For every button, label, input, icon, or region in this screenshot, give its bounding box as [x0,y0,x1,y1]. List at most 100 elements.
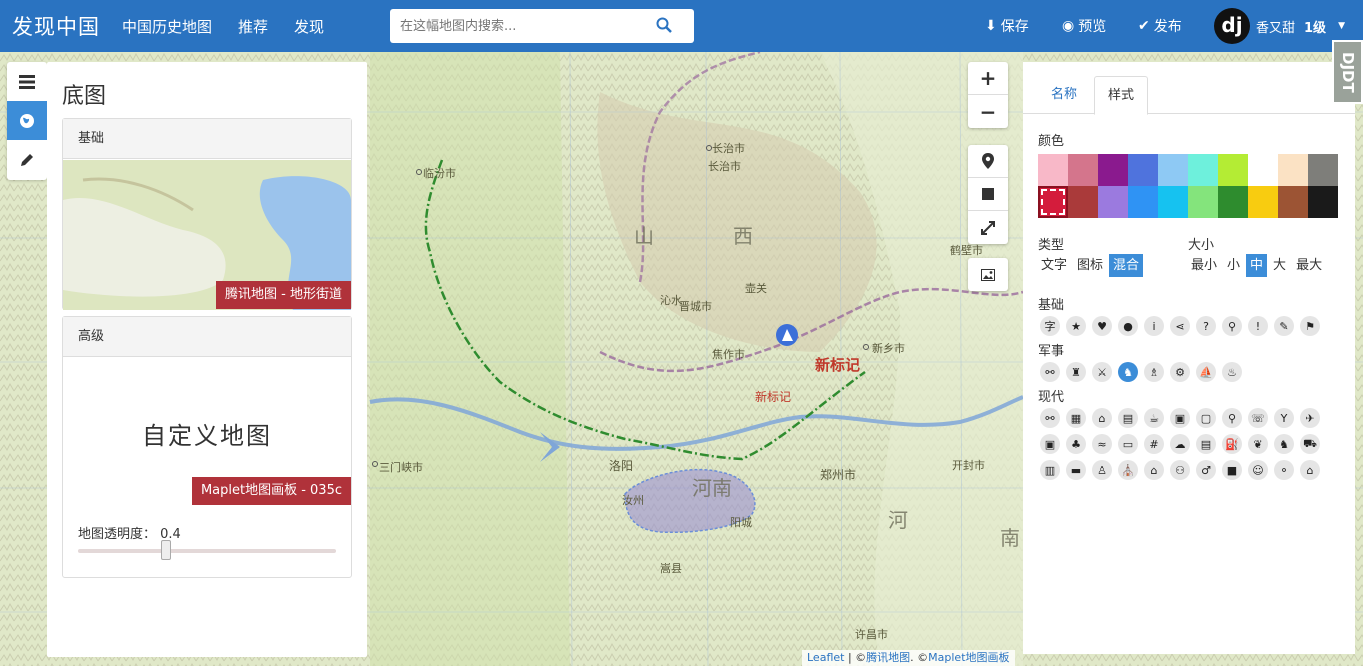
chat-icon[interactable]: ☏ [1248,408,1268,428]
size-option-smallest[interactable]: 最小 [1187,254,1221,277]
map-marker-label[interactable]: 新标记 [755,388,791,405]
coffee-icon[interactable]: ☕ [1144,408,1164,428]
color-swatch[interactable] [1038,154,1068,186]
color-swatch[interactable] [1098,186,1128,218]
layers-button[interactable] [7,62,47,101]
cavalry-icon[interactable]: ♞ [1118,362,1138,382]
bus-icon[interactable]: ▣ [1170,408,1190,428]
basemap-button[interactable] [7,101,47,140]
archer-icon[interactable]: ♗ [1144,362,1164,382]
color-swatch[interactable] [1188,154,1218,186]
plane-icon[interactable]: ✈ [1300,408,1320,428]
color-swatch[interactable] [1278,186,1308,218]
catapult-icon[interactable]: ⚙ [1170,362,1190,382]
binoculars-icon[interactable]: ⚯ [1040,362,1060,382]
subway-icon[interactable]: ▣ [1040,434,1060,454]
map-marker-label[interactable]: 新标记 [815,354,860,375]
circle-icon[interactable]: ● [1118,316,1138,336]
star-icon[interactable]: ★ [1066,316,1086,336]
pin-icon[interactable]: ⚲ [1222,316,1242,336]
color-swatch[interactable] [1128,186,1158,218]
fire-icon[interactable]: ♨ [1222,362,1242,382]
basemap-tag-maplet[interactable]: Maplet地图画板 - 035c [191,477,351,505]
image-button[interactable] [968,258,1008,291]
preview-button[interactable]: ◉ 预览 [1062,0,1106,52]
color-swatch[interactable] [1068,186,1098,218]
color-swatch[interactable] [1188,186,1218,218]
tree-icon[interactable]: ♣ [1066,434,1086,454]
leaflet-link[interactable]: Leaflet [807,651,844,664]
link-icon[interactable]: ⚯ [1040,408,1060,428]
info-icon[interactable]: i [1144,316,1164,336]
text-char-icon[interactable]: 字 [1040,316,1060,336]
search-icon[interactable] [656,17,672,37]
brand-logo[interactable]: 发现中国 [12,11,100,41]
type-option-text[interactable]: 文字 [1037,254,1071,277]
publish-button[interactable]: ✔ 发布 [1138,0,1182,52]
color-swatch[interactable] [1218,186,1248,218]
cocktail-icon[interactable]: Y [1274,408,1294,428]
color-swatch[interactable] [1248,186,1278,218]
soldier-icon[interactable]: ♜ [1066,362,1086,382]
tencent-map-link[interactable]: 腾讯地图 [866,651,910,664]
size-option-small[interactable]: 小 [1223,254,1244,277]
size-option-large[interactable]: 大 [1269,254,1290,277]
museum-icon[interactable]: ⌂ [1144,460,1164,480]
color-swatch[interactable] [1158,154,1188,186]
size-option-medium[interactable]: 中 [1246,254,1268,277]
save-button[interactable]: ⬇ 保存 [985,0,1029,52]
color-swatch[interactable] [1068,154,1098,186]
tab-style[interactable]: 样式 [1094,76,1149,115]
avatar[interactable]: dj [1214,8,1250,44]
walk-icon[interactable]: ♂ [1196,460,1216,480]
lock-icon[interactable]: ■ [1222,460,1242,480]
film-icon[interactable]: ▤ [1118,408,1138,428]
type-option-mixed[interactable]: 混合 [1109,254,1144,277]
exclamation-icon[interactable]: ! [1248,316,1268,336]
nav-link-history-maps[interactable]: 中国历史地图 [122,16,212,37]
people-icon[interactable]: ⚇ [1170,460,1190,480]
book-icon[interactable]: ▥ [1040,460,1060,480]
color-swatch[interactable] [1158,186,1188,218]
fence-icon[interactable]: # [1144,434,1164,454]
building-icon[interactable]: ▦ [1066,408,1086,428]
zoom-out-button[interactable]: − [968,95,1008,128]
shooter-icon[interactable]: ⚔ [1092,362,1112,382]
zoom-in-button[interactable]: + [968,62,1008,95]
statue-icon[interactable]: ♙ [1092,460,1112,480]
color-swatch[interactable] [1128,154,1158,186]
search-input[interactable] [400,11,650,41]
bicycle-icon[interactable]: ⚲ [1222,408,1242,428]
child-icon[interactable]: ☺ [1248,460,1268,480]
type-option-icon[interactable]: 图标 [1073,254,1107,277]
train-icon[interactable]: ▢ [1196,408,1216,428]
size-option-largest[interactable]: 最大 [1292,254,1326,277]
draw-marker-button[interactable] [968,145,1008,178]
nav-link-discover[interactable]: 发现 [294,16,324,37]
car-icon[interactable]: ▭ [1118,434,1138,454]
cloud-icon[interactable]: ☁ [1170,434,1190,454]
animal-icon[interactable]: ♞ [1274,434,1294,454]
graduation-icon[interactable]: ⌂ [1092,408,1112,428]
color-swatch[interactable] [1098,154,1128,186]
cart-icon[interactable]: ⛟ [1300,434,1320,454]
fuel-icon[interactable]: ⛽ [1222,434,1242,454]
pencil-icon[interactable]: ✎ [1274,316,1294,336]
maplet-link[interactable]: Maplet地图画板 [928,651,1009,664]
color-swatch[interactable] [1248,154,1278,186]
color-swatch[interactable] [1038,186,1068,218]
question-icon[interactable]: ? [1196,316,1216,336]
fullscreen-button[interactable] [968,211,1008,244]
bed-icon[interactable]: ▬ [1066,460,1086,480]
basemap-tag-tencent[interactable]: 腾讯地图 - 地形街道 [216,281,351,309]
tab-name[interactable]: 名称 [1038,76,1090,114]
draw-button[interactable] [7,140,47,179]
plant-icon[interactable]: ❦ [1248,434,1268,454]
opacity-slider[interactable] [78,540,336,560]
flag-icon[interactable]: ⚑ [1300,316,1320,336]
color-swatch[interactable] [1218,154,1248,186]
heart-icon[interactable]: ♥ [1092,316,1112,336]
color-swatch[interactable] [1278,154,1308,186]
nav-link-recommend[interactable]: 推荐 [238,16,268,37]
color-swatch[interactable] [1308,154,1338,186]
